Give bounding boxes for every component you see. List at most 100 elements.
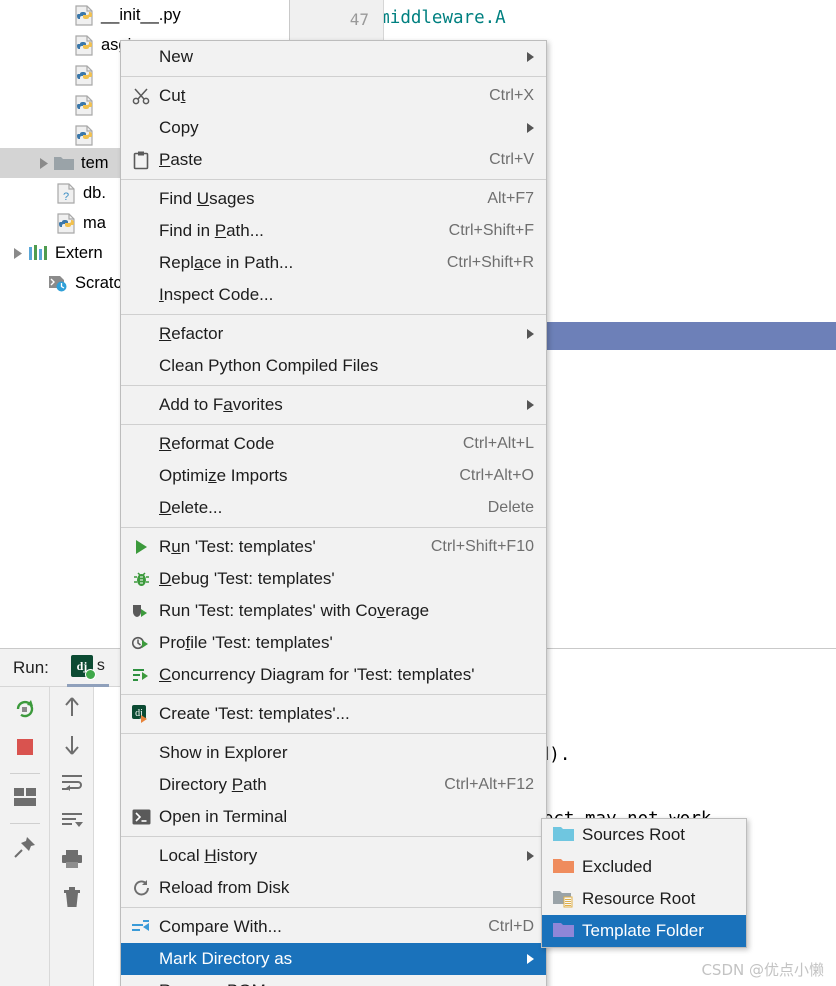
- menu-item-shortcut: Delete: [487, 499, 534, 516]
- reload-icon: [129, 872, 153, 904]
- menu-item-shortcut: Ctrl+X: [489, 87, 534, 104]
- python-file-icon: [72, 120, 96, 150]
- submenu-item-resource-root[interactable]: Resource Root: [542, 883, 746, 915]
- menu-item-shortcut: Ctrl+Shift+F: [448, 222, 534, 239]
- menu-item-label: Reload from Disk: [159, 878, 290, 897]
- menu-item-compare-with[interactable]: Compare With... Ctrl+D: [121, 911, 546, 943]
- menu-item-reload-from-disk[interactable]: Reload from Disk: [121, 872, 546, 904]
- menu-item-shortcut: Ctrl+D: [488, 918, 534, 935]
- run-label: Run:: [13, 657, 49, 677]
- folder-icon: [552, 819, 576, 851]
- scroll-to-end-icon[interactable]: [50, 803, 93, 839]
- menu-item-find-usages[interactable]: Find Usages Alt+F7: [121, 183, 546, 215]
- menu-separator: [121, 836, 546, 837]
- menu-item-directory-path[interactable]: Directory Path Ctrl+Alt+F12: [121, 769, 546, 801]
- run-tab[interactable]: dj s: [66, 649, 109, 687]
- chevron-right-icon[interactable]: [36, 148, 52, 178]
- menu-item-local-history[interactable]: Local History: [121, 840, 546, 872]
- menu-item-label: Copy: [159, 118, 199, 137]
- menu-item-run-test-templates[interactable]: Run 'Test: templates' Ctrl+Shift+F10: [121, 531, 546, 563]
- run-toolbar-secondary: [50, 687, 94, 986]
- run-toolbar-primary: [0, 687, 50, 986]
- chevron-right-icon[interactable]: [10, 238, 26, 268]
- menu-item-debug-test-templates[interactable]: Debug 'Test: templates': [121, 563, 546, 595]
- menu-item-label: Paste: [159, 150, 203, 169]
- stop-icon[interactable]: [0, 729, 49, 765]
- tree-twisty-placeholder: [38, 178, 54, 208]
- menu-item-reformat-code[interactable]: Reformat Code Ctrl+Alt+L: [121, 428, 546, 460]
- rerun-icon[interactable]: [0, 691, 49, 727]
- menu-item-mark-directory-as[interactable]: Mark Directory as: [121, 943, 546, 975]
- menu-item-inspect-code[interactable]: Inspect Code...: [121, 279, 546, 311]
- tree-twisty-placeholder: [56, 60, 72, 90]
- menu-item-create-test-templates[interactable]: dj Create 'Test: templates'...: [121, 698, 546, 730]
- submenu-item-sources-root[interactable]: Sources Root: [542, 819, 746, 851]
- clipboard-icon: [129, 144, 153, 176]
- menu-item-add-to-favorites[interactable]: Add to Favorites: [121, 389, 546, 421]
- chevron-right-icon: [527, 851, 534, 861]
- menu-item-shortcut: Alt+F7: [487, 190, 534, 207]
- menu-item-paste[interactable]: Paste Ctrl+V: [121, 144, 546, 176]
- layout-icon[interactable]: [0, 779, 49, 815]
- menu-item-label: Replace in Path...: [159, 253, 294, 272]
- trash-icon[interactable]: [50, 879, 93, 915]
- chevron-right-icon: [527, 954, 534, 964]
- menu-item-replace-in-path[interactable]: Replace in Path... Ctrl+Shift+R: [121, 247, 546, 279]
- menu-item-label: Clean Python Compiled Files: [159, 356, 379, 375]
- submenu-item-excluded[interactable]: Excluded: [542, 851, 746, 883]
- chevron-right-icon: [527, 400, 534, 410]
- django-create-icon: dj: [129, 698, 153, 730]
- menu-item-refactor[interactable]: Refactor: [121, 318, 546, 350]
- menu-item-find-in-path[interactable]: Find in Path... Ctrl+Shift+F: [121, 215, 546, 247]
- menu-item-label: Run 'Test: templates': [159, 537, 316, 556]
- python-file-icon: [54, 208, 78, 238]
- menu-item-delete[interactable]: Delete... Delete: [121, 492, 546, 524]
- ide-window: ': [str(BASE_DIR / 'temp 'django.contrib…: [0, 0, 836, 986]
- menu-item-label: Compare With...: [159, 917, 282, 936]
- menu-item-new[interactable]: New: [121, 41, 546, 73]
- menu-item-label: Create 'Test: templates'...: [159, 704, 350, 723]
- tree-twisty-placeholder: [38, 208, 54, 238]
- submenu-item-template-folder[interactable]: Template Folder: [542, 915, 746, 947]
- menu-item-show-in-explorer[interactable]: Show in Explorer: [121, 737, 546, 769]
- context-menu[interactable]: New Cut Ctrl+X Copy Paste Ctrl+V Find Usages Al…: [120, 40, 547, 986]
- folder-icon: [552, 851, 576, 883]
- menu-item-copy[interactable]: Copy: [121, 112, 546, 144]
- up-arrow-icon[interactable]: [50, 689, 93, 725]
- menu-separator: [121, 733, 546, 734]
- coverage-icon: [129, 595, 153, 627]
- menu-item-label: Inspect Code...: [159, 285, 274, 304]
- compare-icon: [129, 911, 153, 943]
- menu-item-open-in-terminal[interactable]: Open in Terminal: [121, 801, 546, 833]
- menu-item-shortcut: Ctrl+V: [489, 151, 534, 168]
- menu-separator: [121, 527, 546, 528]
- menu-item-remove-bom[interactable]: Remove BOM: [121, 975, 546, 986]
- chevron-right-icon: [527, 123, 534, 133]
- tree-item-label: tem: [81, 153, 109, 172]
- toolbar-divider-1: [10, 773, 40, 774]
- menu-item-label: Reformat Code: [159, 434, 275, 453]
- svg-text:?: ?: [62, 191, 68, 203]
- menu-item-profile-test-templates[interactable]: Profile 'Test: templates': [121, 627, 546, 659]
- editor-gutter: 47: [290, 0, 384, 44]
- print-icon[interactable]: [50, 841, 93, 877]
- menu-item-optimize-imports[interactable]: Optimize Imports Ctrl+Alt+O: [121, 460, 546, 492]
- menu-item-label: Delete...: [159, 498, 223, 517]
- tree-item-label: db.: [83, 183, 106, 202]
- menu-item-cut[interactable]: Cut Ctrl+X: [121, 80, 546, 112]
- python-file-icon: [72, 90, 96, 120]
- menu-item-clean-python-compiled-files[interactable]: Clean Python Compiled Files: [121, 350, 546, 382]
- menu-item-label: Open in Terminal: [159, 807, 288, 826]
- mark-directory-as-submenu[interactable]: Sources Root Excluded Resource Root Templat…: [541, 818, 747, 948]
- menu-item-concurrency-diagram-for-test-templates[interactable]: Concurrency Diagram for 'Test: templates…: [121, 659, 546, 691]
- menu-separator: [121, 907, 546, 908]
- tree-item-init-py[interactable]: __init__.py: [0, 0, 290, 30]
- soft-wrap-icon[interactable]: [50, 765, 93, 801]
- menu-item-run-test-templates-with-coverage[interactable]: Run 'Test: templates' with Coverage: [121, 595, 546, 627]
- menu-item-label: Find Usages: [159, 189, 255, 208]
- menu-separator: [121, 424, 546, 425]
- pin-icon[interactable]: [0, 829, 49, 865]
- down-arrow-icon[interactable]: [50, 727, 93, 763]
- menu-item-shortcut: Ctrl+Alt+L: [462, 435, 534, 452]
- unknown-file-icon: ?: [54, 178, 78, 208]
